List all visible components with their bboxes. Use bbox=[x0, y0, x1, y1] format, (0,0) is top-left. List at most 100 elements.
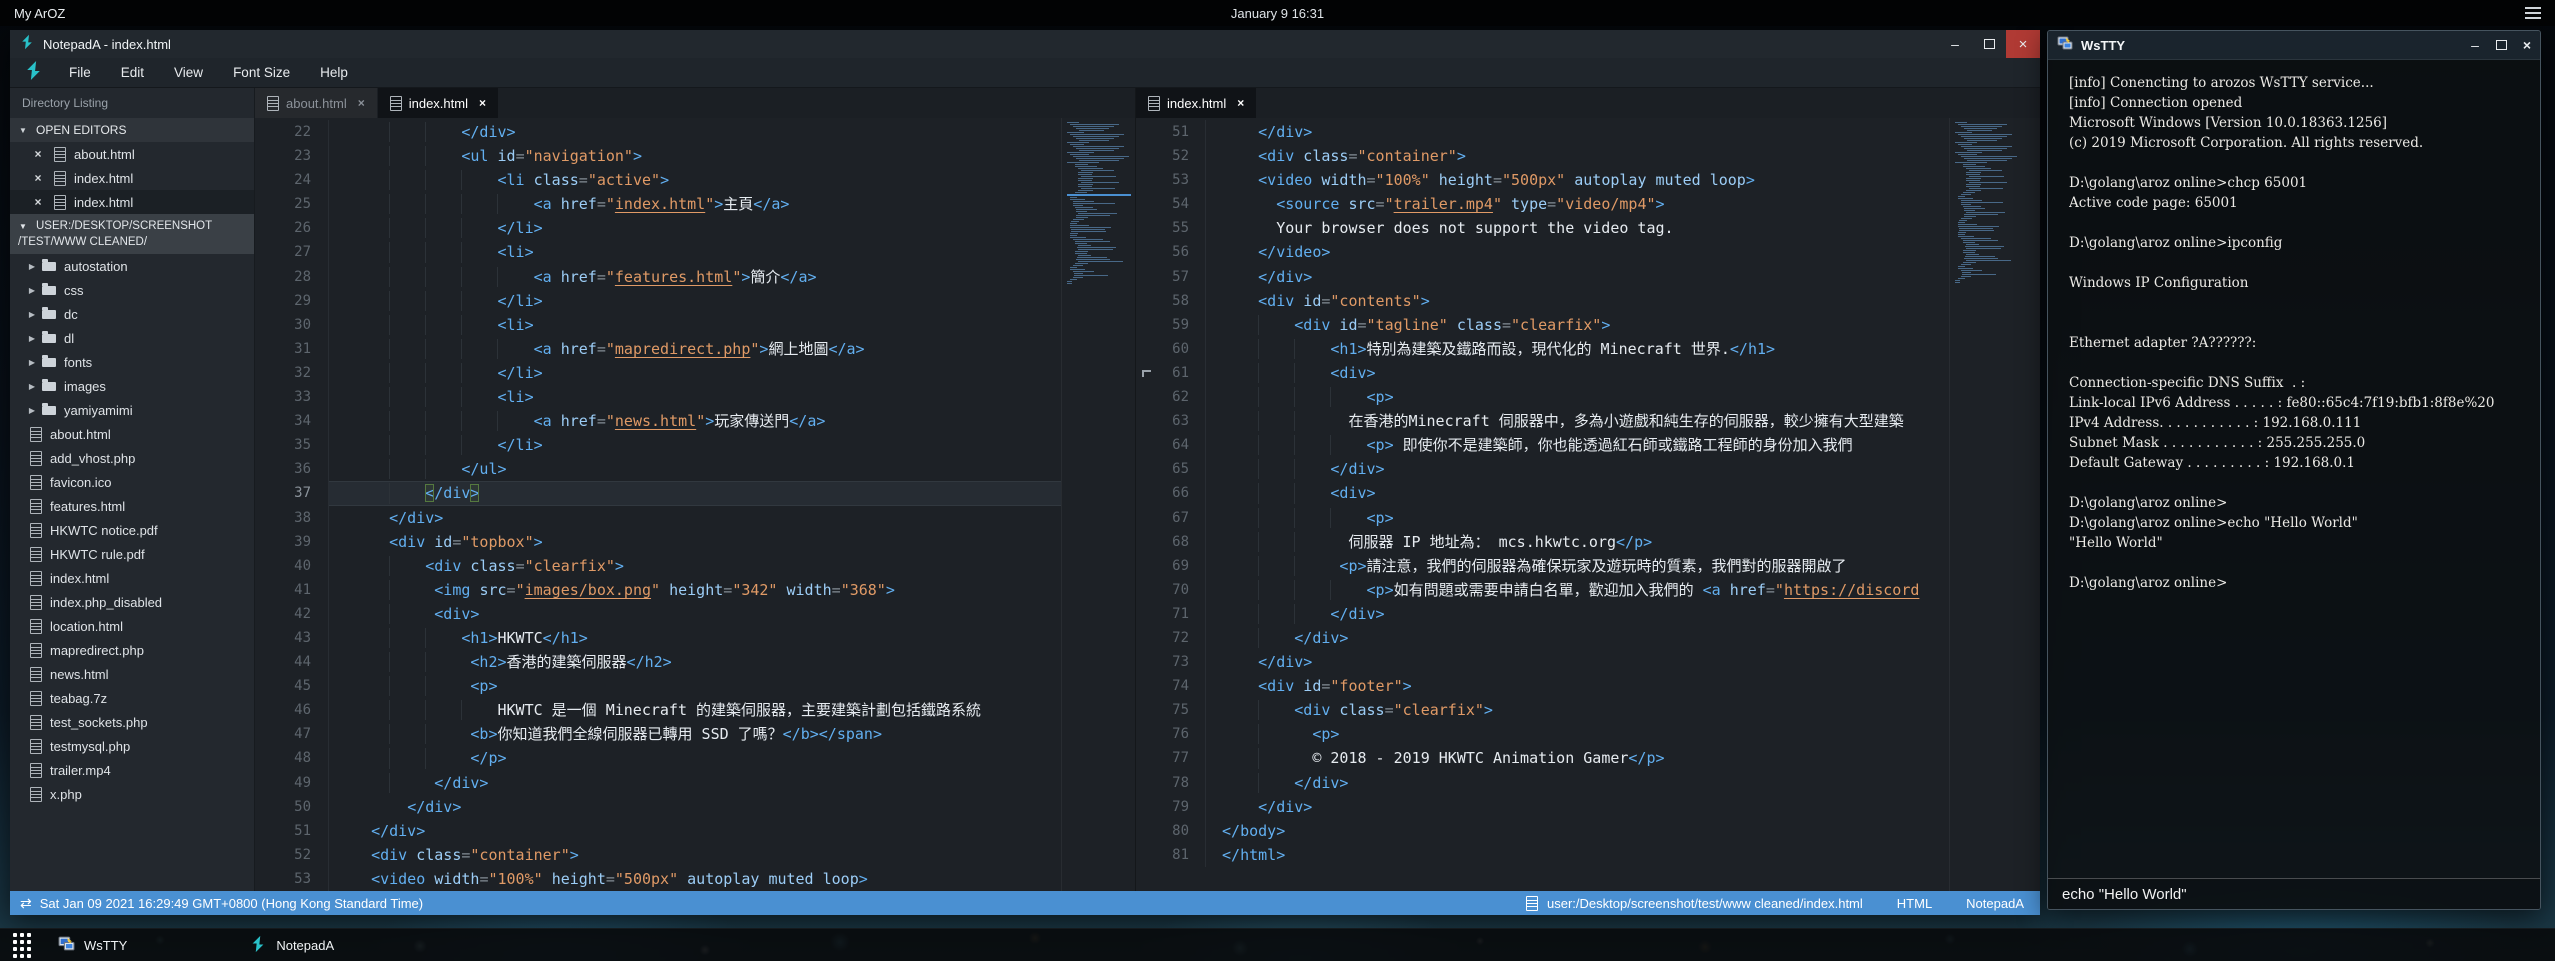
code-line[interactable]: 63 在香港的Minecraft 伺服器中，多為小遊戲和純生存的伺服器，較少擁有… bbox=[1136, 409, 1949, 433]
tab-close-icon[interactable]: × bbox=[1237, 96, 1244, 110]
sidebar-file-trailer-mp4[interactable]: trailer.mp4 bbox=[10, 758, 254, 782]
sidebar-file-hkwtc-rule-pdf[interactable]: HKWTC rule.pdf bbox=[10, 542, 254, 566]
code-editor-left[interactable]: 22 </div>23 <ul id="navigation">24 <li c… bbox=[255, 118, 1061, 891]
code-line[interactable]: 73 </div> bbox=[1136, 650, 1949, 674]
code-line[interactable]: 70 <p>如有問題或需要申請白名單，歡迎加入我們的 <a href="http… bbox=[1136, 578, 1949, 602]
open-editor-item-about-html[interactable]: ×about.html bbox=[10, 142, 254, 166]
code-line[interactable]: 45 <p> bbox=[255, 674, 1061, 698]
code-line[interactable]: 25 <a href="index.html">主頁</a> bbox=[255, 192, 1061, 216]
code-line[interactable]: 24 <li class="active"> bbox=[255, 168, 1061, 192]
code-line[interactable]: 35 </li> bbox=[255, 433, 1061, 457]
code-line[interactable]: 30 <li> bbox=[255, 313, 1061, 337]
code-line[interactable]: 26 </li> bbox=[255, 216, 1061, 240]
sidebar-folder-yamiyamimi[interactable]: ▶yamiyamimi bbox=[10, 398, 254, 422]
code-line[interactable]: 48 </p> bbox=[255, 746, 1061, 770]
notepada-titlebar[interactable]: NotepadA - index.html – × bbox=[10, 30, 2040, 58]
sidebar-file-index-html[interactable]: index.html bbox=[10, 566, 254, 590]
code-line[interactable]: 54 <source src="trailer.mp4" type="video… bbox=[1136, 192, 1949, 216]
code-line[interactable]: 76 <p> bbox=[1136, 722, 1949, 746]
code-line[interactable]: 58 <div id="contents"> bbox=[1136, 289, 1949, 313]
code-line[interactable]: 75 <div class="clearfix"> bbox=[1136, 698, 1949, 722]
sidebar-folder-fonts[interactable]: ▶fonts bbox=[10, 350, 254, 374]
sidebar-file-location-html[interactable]: location.html bbox=[10, 614, 254, 638]
code-line[interactable]: 29 </li> bbox=[255, 289, 1061, 313]
code-line[interactable]: 71 </div> bbox=[1136, 602, 1949, 626]
code-line[interactable]: 59 <div id="tagline" class="clearfix"> bbox=[1136, 313, 1949, 337]
code-line[interactable]: 74 <div id="footer"> bbox=[1136, 674, 1949, 698]
code-line[interactable]: 56 </video> bbox=[1136, 240, 1949, 264]
taskbar-item-wstty[interactable]: WsTTY bbox=[58, 929, 127, 961]
sidebar-file-news-html[interactable]: news.html bbox=[10, 662, 254, 686]
tab-index-html[interactable]: index.html× bbox=[1136, 88, 1256, 118]
menu-item-view[interactable]: View bbox=[159, 58, 218, 87]
code-line[interactable]: 38 </div> bbox=[255, 506, 1061, 530]
code-line[interactable]: 67 <p> bbox=[1136, 506, 1949, 530]
code-line[interactable]: 49 </div> bbox=[255, 771, 1061, 795]
tab-close-icon[interactable]: × bbox=[479, 96, 486, 110]
code-line[interactable]: 43 <h1>HKWTC</h1> bbox=[255, 626, 1061, 650]
hamburger-menu-icon[interactable] bbox=[2525, 7, 2541, 19]
close-icon[interactable]: × bbox=[28, 195, 48, 209]
open-editors-header[interactable]: ▼ OPEN EDITORS bbox=[10, 118, 254, 142]
close-icon[interactable]: × bbox=[28, 171, 48, 185]
sidebar-folder-dc[interactable]: ▶dc bbox=[10, 302, 254, 326]
taskbar-item-notepada[interactable]: NotepadA bbox=[249, 929, 334, 961]
code-line[interactable]: 44 <h2>香港的建築伺服器</h2> bbox=[255, 650, 1061, 674]
workspace-root-header[interactable]: ▼ USER:/DESKTOP/SCREENSHOT /TEST/WWW CLE… bbox=[10, 214, 254, 254]
open-editor-item-index-html[interactable]: ×index.html bbox=[10, 166, 254, 190]
code-line[interactable]: 81</html> bbox=[1136, 843, 1949, 867]
code-editor-right[interactable]: 51 </div>52 <div class="container">53 <v… bbox=[1136, 118, 1949, 891]
menu-item-edit[interactable]: Edit bbox=[106, 58, 159, 87]
code-line[interactable]: 50 </div> bbox=[255, 795, 1061, 819]
menu-item-font-size[interactable]: Font Size bbox=[218, 58, 305, 87]
app-launcher-grid-icon[interactable] bbox=[13, 933, 31, 958]
sidebar-folder-css[interactable]: ▶css bbox=[10, 278, 254, 302]
sidebar-file-x-php[interactable]: x.php bbox=[10, 782, 254, 806]
minimize-button[interactable]: – bbox=[2462, 31, 2488, 59]
code-line[interactable]: 22 </div> bbox=[255, 120, 1061, 144]
code-line[interactable]: 51 </div> bbox=[1136, 120, 1949, 144]
code-line[interactable]: 78 </div> bbox=[1136, 771, 1949, 795]
menu-item-file[interactable]: File bbox=[54, 58, 106, 87]
code-line[interactable]: 57 </div> bbox=[1136, 265, 1949, 289]
terminal-input[interactable] bbox=[2048, 879, 2554, 909]
code-line[interactable]: 28 <a href="features.html">簡介</a> bbox=[255, 265, 1061, 289]
code-line[interactable]: 51 </div> bbox=[255, 819, 1061, 843]
code-line[interactable]: 72 </div> bbox=[1136, 626, 1949, 650]
sidebar-file-favicon-ico[interactable]: favicon.ico bbox=[10, 470, 254, 494]
code-line[interactable]: 36 </ul> bbox=[255, 457, 1061, 481]
sidebar-file-features-html[interactable]: features.html bbox=[10, 494, 254, 518]
code-line[interactable]: 52 <div class="container"> bbox=[255, 843, 1061, 867]
code-line[interactable]: 41 <img src="images/box.png" height="342… bbox=[255, 578, 1061, 602]
code-line[interactable]: 46 HKWTC 是一個 Minecraft 的建築伺服器，主要建築計劃包括鐵路… bbox=[255, 698, 1061, 722]
close-icon[interactable]: × bbox=[28, 147, 48, 161]
code-line[interactable]: 34 <a href="news.html">玩家傳送門</a> bbox=[255, 409, 1061, 433]
code-line[interactable]: 23 <ul id="navigation"> bbox=[255, 144, 1061, 168]
code-line[interactable]: 79 </div> bbox=[1136, 795, 1949, 819]
terminal-output[interactable]: [info] Conencting to arozos WsTTY servic… bbox=[2048, 60, 2540, 593]
sidebar-folder-autostation[interactable]: ▶autostation bbox=[10, 254, 254, 278]
sidebar-file-about-html[interactable]: about.html bbox=[10, 422, 254, 446]
sidebar-file-testmysql-php[interactable]: testmysql.php bbox=[10, 734, 254, 758]
code-line[interactable]: 37 </div> bbox=[255, 481, 1061, 505]
tab-index-html[interactable]: index.html× bbox=[378, 88, 498, 118]
close-button[interactable]: × bbox=[2514, 31, 2540, 59]
code-line[interactable]: 64 <p> 即使你不是建築師，你也能透過紅石師或鐵路工程師的身份加入我們 bbox=[1136, 433, 1949, 457]
sidebar-file-index-php-disabled[interactable]: index.php_disabled bbox=[10, 590, 254, 614]
code-line[interactable]: 53 <video width="100%" height="500px" au… bbox=[1136, 168, 1949, 192]
code-line[interactable]: 40 <div class="clearfix"> bbox=[255, 554, 1061, 578]
code-line[interactable]: 31 <a href="mapredirect.php">網上地圖</a> bbox=[255, 337, 1061, 361]
open-editor-item-index-html[interactable]: ×index.html bbox=[10, 190, 254, 214]
code-line[interactable]: 52 <div class="container"> bbox=[1136, 144, 1949, 168]
code-line[interactable]: 69 <p>請注意，我們的伺服器為確保玩家及遊玩時的質素，我們對的服器開啟了 bbox=[1136, 554, 1949, 578]
sidebar-file-hkwtc-notice-pdf[interactable]: HKWTC notice.pdf bbox=[10, 518, 254, 542]
sidebar-folder-images[interactable]: ▶images bbox=[10, 374, 254, 398]
sidebar-file-test-sockets-php[interactable]: test_sockets.php bbox=[10, 710, 254, 734]
sidebar-file-add-vhost-php[interactable]: add_vhost.php bbox=[10, 446, 254, 470]
code-line[interactable]: 39 <div id="topbox"> bbox=[255, 530, 1061, 554]
tab-about-html[interactable]: about.html× bbox=[255, 88, 377, 118]
code-line[interactable]: 47 <b>你知道我們全線伺服器已轉用 SSD 了嗎？</b></span> bbox=[255, 722, 1061, 746]
code-line[interactable]: 60 <h1>特別為建築及鐵路而設，現代化的 Minecraft 世界.</h1… bbox=[1136, 337, 1949, 361]
code-line[interactable]: 42 <div> bbox=[255, 602, 1061, 626]
maximize-button[interactable] bbox=[2488, 31, 2514, 59]
